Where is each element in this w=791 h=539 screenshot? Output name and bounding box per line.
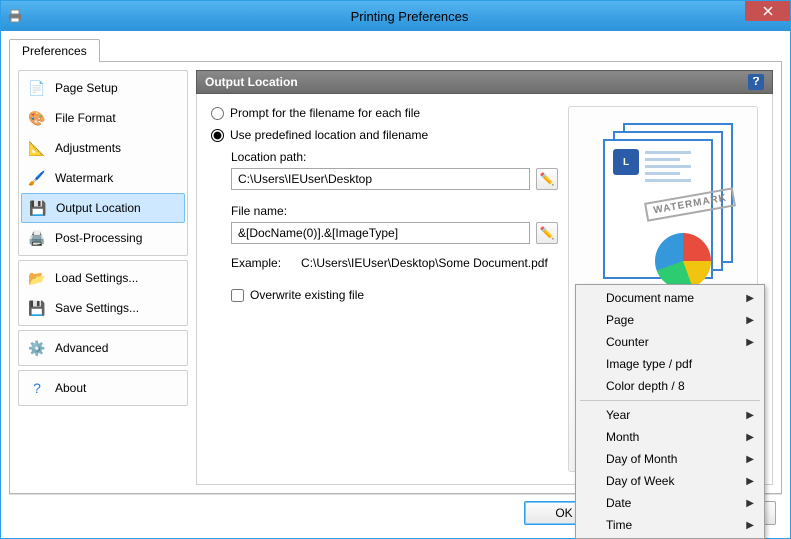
sidebar-item-advanced[interactable]: ⚙️ Advanced bbox=[21, 333, 185, 363]
menu-item-day-of-week[interactable]: Day of Week▶ bbox=[578, 470, 762, 492]
folder-open-icon: 📂 bbox=[27, 268, 47, 288]
sidebar-item-label: Adjustments bbox=[55, 141, 121, 155]
sidebar-item-label: Page Setup bbox=[55, 81, 118, 95]
location-input[interactable] bbox=[231, 168, 530, 190]
help-icon: ? bbox=[27, 378, 47, 398]
printer-icon bbox=[7, 8, 23, 24]
sidebar-item-output-location[interactable]: 💾 Output Location bbox=[21, 193, 185, 223]
brush-icon: 🖌️ bbox=[27, 168, 47, 188]
menu-item-day-of-month[interactable]: Day of Month▶ bbox=[578, 448, 762, 470]
radio-predefined-input[interactable] bbox=[211, 129, 224, 142]
sidebar-item-label: File Format bbox=[55, 111, 116, 125]
form-column: Prompt for the filename for each file Us… bbox=[211, 106, 558, 472]
browse-location-button[interactable]: ✏️ bbox=[536, 168, 558, 190]
overwrite-checkbox-row[interactable]: Overwrite existing file bbox=[231, 288, 558, 302]
menu-item-image-type[interactable]: Image type / pdf bbox=[578, 353, 762, 375]
overwrite-checkbox[interactable] bbox=[231, 289, 244, 302]
sidebar-item-adjustments[interactable]: 📐 Adjustments bbox=[21, 133, 185, 163]
logo-icon: L bbox=[613, 149, 639, 175]
page-icon: 📄 bbox=[27, 78, 47, 98]
menu-item-document-name[interactable]: Document name▶ bbox=[578, 287, 762, 309]
text-lines-graphic bbox=[645, 151, 703, 186]
radio-prompt-input[interactable] bbox=[211, 107, 224, 120]
tab-strip: Preferences bbox=[9, 37, 782, 61]
pencil-icon: ✏️ bbox=[540, 226, 555, 240]
title-bar: Printing Preferences bbox=[1, 1, 790, 31]
sidebar-item-label: Load Settings... bbox=[55, 271, 138, 285]
menu-item-date[interactable]: Date▶ bbox=[578, 492, 762, 514]
radio-predefined[interactable]: Use predefined location and filename bbox=[211, 128, 558, 142]
adjust-icon: 📐 bbox=[27, 138, 47, 158]
pie-chart-graphic bbox=[655, 233, 711, 289]
submenu-arrow-icon: ▶ bbox=[746, 410, 754, 421]
sidebar-item-label: Save Settings... bbox=[55, 301, 139, 315]
sidebar-item-label: About bbox=[55, 381, 86, 395]
palette-icon: 🎨 bbox=[27, 108, 47, 128]
submenu-arrow-icon: ▶ bbox=[746, 520, 754, 531]
window-title: Printing Preferences bbox=[29, 9, 790, 24]
menu-item-counter[interactable]: Counter▶ bbox=[578, 331, 762, 353]
radio-prompt[interactable]: Prompt for the filename for each file bbox=[211, 106, 558, 120]
radio-prompt-label: Prompt for the filename for each file bbox=[230, 106, 420, 120]
save-icon: 💾 bbox=[27, 298, 47, 318]
filename-macro-button[interactable]: ✏️ bbox=[536, 222, 558, 244]
sidebar-item-label: Output Location bbox=[56, 201, 141, 215]
sidebar-item-label: Advanced bbox=[55, 341, 108, 355]
disk-icon: 💾 bbox=[28, 198, 48, 218]
location-label: Location path: bbox=[231, 150, 558, 164]
filename-context-menu: Document name▶ Page▶ Counter▶ Image type… bbox=[575, 284, 765, 539]
example-label: Example: bbox=[231, 256, 281, 270]
menu-item-year[interactable]: Year▶ bbox=[578, 404, 762, 426]
submenu-arrow-icon: ▶ bbox=[746, 337, 754, 348]
menu-item-color-depth[interactable]: Color depth / 8 bbox=[578, 375, 762, 397]
sidebar-item-page-setup[interactable]: 📄 Page Setup bbox=[21, 73, 185, 103]
pencil-folder-icon: ✏️ bbox=[540, 172, 555, 186]
gear-icon: ⚙️ bbox=[27, 338, 47, 358]
panel-help-icon[interactable]: ? bbox=[748, 74, 764, 90]
menu-separator bbox=[580, 400, 760, 401]
submenu-arrow-icon: ▶ bbox=[746, 498, 754, 509]
sidebar-item-watermark[interactable]: 🖌️ Watermark bbox=[21, 163, 185, 193]
sidebar-item-save-settings[interactable]: 💾 Save Settings... bbox=[21, 293, 185, 323]
svg-text:?: ? bbox=[752, 77, 759, 87]
filename-input[interactable] bbox=[231, 222, 530, 244]
menu-item-month[interactable]: Month▶ bbox=[578, 426, 762, 448]
sidebar-item-label: Watermark bbox=[55, 171, 113, 185]
sidebar: 📄 Page Setup 🎨 File Format 📐 Adjustments 🖌️… bbox=[18, 70, 188, 485]
menu-item-page[interactable]: Page▶ bbox=[578, 309, 762, 331]
filename-label: File name: bbox=[231, 204, 558, 218]
panel-header: Output Location ? bbox=[196, 70, 773, 94]
panel-title: Output Location bbox=[205, 75, 298, 89]
doc-page-front: L WATERMARK bbox=[603, 139, 713, 279]
submenu-arrow-icon: ▶ bbox=[746, 432, 754, 443]
tab-preferences[interactable]: Preferences bbox=[9, 39, 100, 62]
print-icon: 🖨️ bbox=[27, 228, 47, 248]
sidebar-item-label: Post-Processing bbox=[55, 231, 142, 245]
example-value: C:\Users\IEUser\Desktop\Some Document.pd… bbox=[301, 256, 548, 270]
menu-item-time[interactable]: Time▶ bbox=[578, 514, 762, 536]
sidebar-item-file-format[interactable]: 🎨 File Format bbox=[21, 103, 185, 133]
submenu-arrow-icon: ▶ bbox=[746, 293, 754, 304]
sidebar-item-about[interactable]: ? About bbox=[21, 373, 185, 403]
client-area: Preferences 📄 Page Setup 🎨 File Format 📐 Ad… bbox=[1, 31, 790, 538]
overwrite-label: Overwrite existing file bbox=[250, 288, 364, 302]
sidebar-item-post-processing[interactable]: 🖨️ Post-Processing bbox=[21, 223, 185, 253]
submenu-arrow-icon: ▶ bbox=[746, 315, 754, 326]
submenu-arrow-icon: ▶ bbox=[746, 476, 754, 487]
radio-predefined-label: Use predefined location and filename bbox=[230, 128, 428, 142]
close-button[interactable] bbox=[745, 1, 790, 21]
sidebar-item-load-settings[interactable]: 📂 Load Settings... bbox=[21, 263, 185, 293]
window: Printing Preferences Preferences 📄 Page S… bbox=[0, 0, 791, 539]
submenu-arrow-icon: ▶ bbox=[746, 454, 754, 465]
